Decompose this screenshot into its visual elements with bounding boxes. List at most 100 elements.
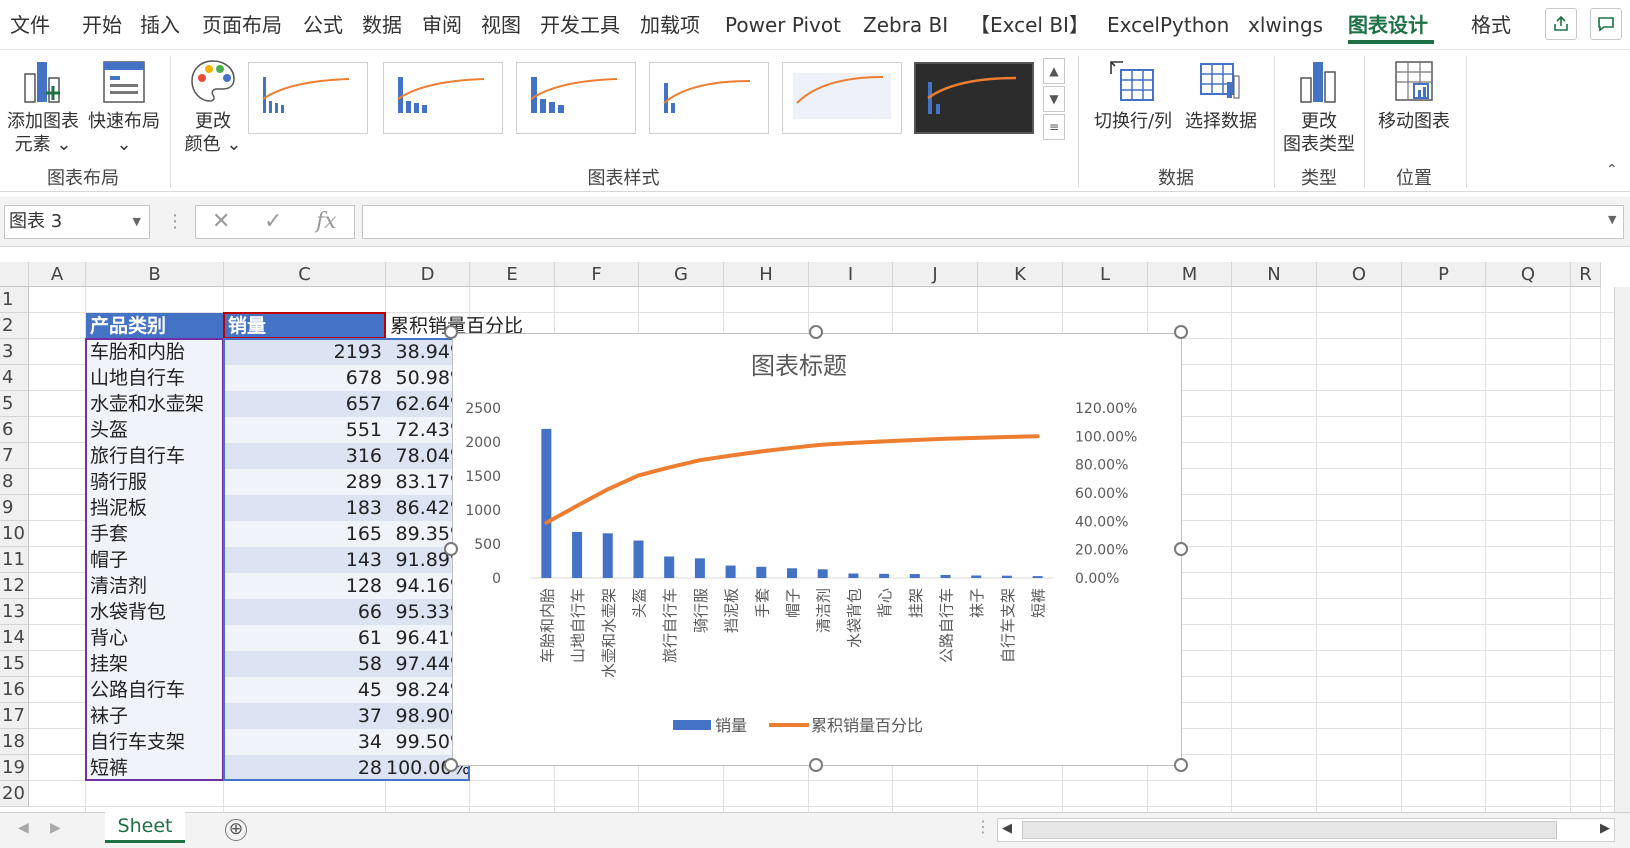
- column-header[interactable]: A: [29, 262, 86, 287]
- add-sheet-icon[interactable]: ⊕: [225, 819, 247, 841]
- chart-style-3[interactable]: [516, 62, 636, 134]
- menu-tab[interactable]: ExcelPython: [1107, 0, 1229, 50]
- column-header[interactable]: E: [470, 262, 555, 287]
- move-chart-button[interactable]: 移动图表: [1370, 56, 1458, 133]
- switch-row-col-button[interactable]: 切换行/列: [1090, 56, 1176, 133]
- menu-tab[interactable]: 图表设计: [1348, 0, 1434, 50]
- resize-handle[interactable]: [444, 541, 458, 556]
- row-header[interactable]: 16: [0, 677, 29, 703]
- scroll-thumb[interactable]: [1022, 821, 1557, 839]
- menu-tab[interactable]: 【Excel BI】: [970, 0, 1092, 50]
- resize-handle[interactable]: [1174, 325, 1188, 339]
- row-header[interactable]: 14: [0, 625, 29, 651]
- resize-handle[interactable]: [1174, 758, 1188, 772]
- column-header[interactable]: P: [1402, 262, 1486, 287]
- select-data-button[interactable]: 选择数据: [1178, 56, 1264, 133]
- resize-handle[interactable]: [444, 325, 458, 339]
- row-header[interactable]: 6: [0, 417, 29, 443]
- chart[interactable]: 图表标题 0 500 1000 1500 2000 2500 0.00% 20.00% 40.00…: [452, 333, 1182, 766]
- row-header[interactable]: 9: [0, 495, 29, 521]
- menu-tab[interactable]: Power Pivot: [725, 0, 849, 50]
- change-color-button[interactable]: 更改 颜色 ⌄: [178, 56, 248, 156]
- menu-tab[interactable]: 数据: [362, 0, 408, 50]
- row-header[interactable]: 1: [0, 287, 29, 313]
- row-header[interactable]: 4: [0, 365, 29, 391]
- row-header[interactable]: 17: [0, 703, 29, 729]
- select-all-corner[interactable]: [0, 262, 29, 287]
- column-header[interactable]: N: [1232, 262, 1317, 287]
- chart-style-5[interactable]: [782, 62, 902, 134]
- resize-handle[interactable]: [809, 325, 823, 339]
- menu-tab[interactable]: 页面布局: [202, 0, 286, 50]
- sheet-next-icon[interactable]: ▶: [50, 820, 61, 836]
- scroll-options-icon[interactable]: ⋮: [975, 817, 991, 836]
- gallery-up-icon[interactable]: ▲: [1043, 58, 1065, 84]
- menu-tab[interactable]: 开发工具: [540, 0, 624, 50]
- column-header[interactable]: B: [86, 262, 224, 287]
- menu-tab[interactable]: 插入: [140, 0, 186, 50]
- resize-handle[interactable]: [444, 758, 458, 772]
- row-header[interactable]: 20: [0, 781, 29, 807]
- column-header[interactable]: R: [1571, 262, 1601, 287]
- sheet-tab[interactable]: Sheet: [105, 811, 185, 843]
- comment-icon[interactable]: [1590, 8, 1622, 40]
- row-header[interactable]: 3: [0, 339, 29, 365]
- chevron-down-icon[interactable]: ▼: [133, 206, 141, 238]
- row-header[interactable]: 13: [0, 599, 29, 625]
- column-header[interactable]: L: [1063, 262, 1148, 287]
- column-header[interactable]: O: [1317, 262, 1402, 287]
- share-icon[interactable]: [1545, 8, 1577, 40]
- row-header[interactable]: 7: [0, 443, 29, 469]
- row-header[interactable]: 19: [0, 755, 29, 781]
- formula-input[interactable]: [362, 205, 1624, 239]
- name-box[interactable]: 图表 3 ▼: [4, 205, 150, 239]
- chart-style-6[interactable]: [914, 62, 1034, 134]
- column-header[interactable]: M: [1148, 262, 1232, 287]
- column-header[interactable]: J: [893, 262, 978, 287]
- column-header[interactable]: I: [809, 262, 893, 287]
- menu-tab[interactable]: 视图: [481, 0, 527, 50]
- row-header[interactable]: 11: [0, 547, 29, 573]
- expand-formula-icon[interactable]: ▼: [1608, 213, 1616, 226]
- gallery-down-icon[interactable]: ▼: [1043, 86, 1065, 112]
- row-header[interactable]: 5: [0, 391, 29, 417]
- insert-function-icon[interactable]: fx: [316, 205, 337, 239]
- cancel-icon[interactable]: ✕: [212, 205, 230, 239]
- column-header[interactable]: D: [386, 262, 470, 287]
- quick-layout-button[interactable]: 快速布局 ⌄: [84, 56, 164, 156]
- menu-tab[interactable]: xlwings: [1248, 0, 1323, 50]
- add-chart-element-button[interactable]: 添加图表 元素 ⌄: [4, 56, 82, 156]
- menu-tab[interactable]: 审阅: [422, 0, 468, 50]
- column-header[interactable]: K: [978, 262, 1063, 287]
- resize-handle[interactable]: [809, 758, 823, 772]
- scroll-left-icon[interactable]: ◀: [1002, 821, 1012, 836]
- menu-tab[interactable]: 文件: [10, 0, 58, 50]
- row-header[interactable]: 18: [0, 729, 29, 755]
- chart-style-1[interactable]: [248, 62, 368, 134]
- column-header[interactable]: C: [224, 262, 386, 287]
- row-header[interactable]: 2: [0, 313, 29, 339]
- column-header[interactable]: H: [724, 262, 809, 287]
- menu-tab[interactable]: 格式: [1471, 0, 1517, 50]
- column-header[interactable]: G: [639, 262, 724, 287]
- menu-tab[interactable]: 公式: [303, 0, 349, 50]
- chart-style-2[interactable]: [383, 62, 503, 134]
- more-options-icon[interactable]: ⋮: [166, 205, 184, 239]
- sheet-prev-icon[interactable]: ◀: [18, 820, 29, 836]
- resize-handle[interactable]: [1174, 541, 1188, 556]
- row-header[interactable]: 10: [0, 521, 29, 547]
- menu-tab[interactable]: 加载项: [640, 0, 706, 50]
- confirm-icon[interactable]: ✓: [264, 205, 282, 239]
- change-chart-type-button[interactable]: 更改 图表类型: [1278, 56, 1360, 156]
- gallery-more-icon[interactable]: ≡: [1043, 114, 1065, 140]
- scroll-right-icon[interactable]: ▶: [1600, 821, 1610, 836]
- menu-tab[interactable]: Zebra BI: [863, 0, 948, 50]
- vertical-scrollbar[interactable]: [1614, 287, 1630, 812]
- row-header[interactable]: 8: [0, 469, 29, 495]
- row-header[interactable]: 12: [0, 573, 29, 599]
- row-header[interactable]: 15: [0, 651, 29, 677]
- column-header[interactable]: F: [555, 262, 639, 287]
- collapse-ribbon-icon[interactable]: ⌃: [1606, 162, 1618, 178]
- column-header[interactable]: Q: [1486, 262, 1571, 287]
- menu-tab[interactable]: 开始: [82, 0, 128, 50]
